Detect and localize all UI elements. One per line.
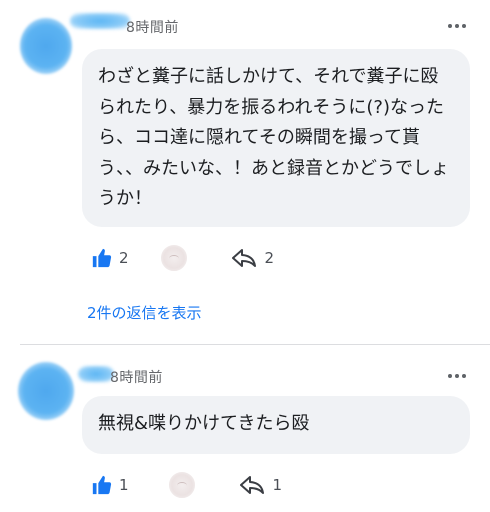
comment-timestamp: 8時間前 [110, 370, 163, 386]
comment-bubble: わざと糞子に話しかけて、それで糞子に殴られたり、暴力を振るわれそうに(?)なった… [82, 49, 470, 227]
like-count: 2 [119, 249, 129, 267]
thumbs-up-icon [92, 248, 112, 268]
author-name-redacted[interactable] [78, 366, 114, 382]
comment-text: 無視&喋りかけてきたら殴 [98, 413, 310, 434]
reactor-avatar[interactable] [168, 472, 195, 498]
comment-2: 8時間前 無視&喋りかけてきたら殴 1 1 [0, 350, 490, 512]
reactor-avatar[interactable] [160, 245, 187, 271]
like-button[interactable]: 2 [91, 247, 129, 269]
comment-actions: 2 2 [91, 245, 274, 271]
divider [20, 344, 490, 345]
like-count: 1 [119, 476, 129, 494]
comment-text: わざと糞子に話しかけて、それで糞子に殴られたり、暴力を振るわれそうに(?)なった… [98, 66, 449, 209]
reply-button[interactable]: 1 [239, 474, 283, 496]
like-button[interactable]: 1 [91, 474, 129, 496]
thumbs-up-icon [92, 475, 112, 495]
more-options-icon[interactable] [448, 22, 468, 30]
reply-arrow-icon [239, 476, 264, 494]
reply-count: 1 [272, 476, 283, 494]
comment-bubble: 無視&喋りかけてきたら殴 [82, 396, 470, 454]
avatar[interactable] [18, 362, 74, 420]
comment-1: 8時間前 わざと糞子に話しかけて、それで糞子に殴られたり、暴力を振るわれそうに(… [0, 0, 490, 340]
comment-timestamp: 8時間前 [126, 20, 179, 36]
avatar[interactable] [20, 18, 72, 74]
comment-actions: 1 1 [91, 472, 282, 498]
reply-arrow-icon [231, 249, 256, 267]
author-name-redacted[interactable] [70, 13, 130, 29]
more-options-icon[interactable] [448, 372, 468, 380]
reply-count: 2 [264, 249, 275, 267]
view-replies-link[interactable]: 2件の返信を表示 [87, 302, 202, 323]
reply-button[interactable]: 2 [231, 247, 275, 269]
